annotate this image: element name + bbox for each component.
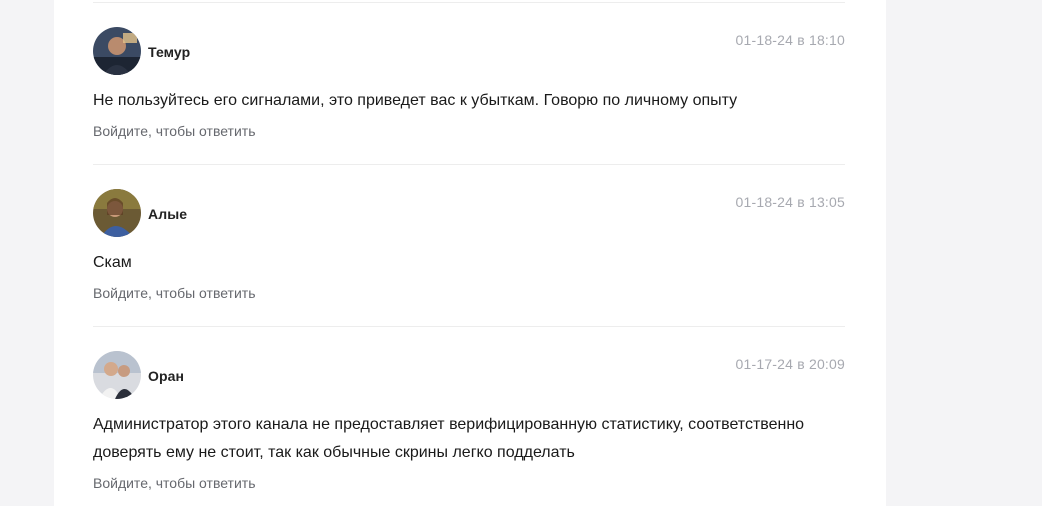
comments-panel: Темур 01-18-24 в 18:10 Не пользуйтесь ег… (54, 0, 886, 506)
comment-author[interactable]: Алые (148, 206, 187, 222)
avatar[interactable] (93, 351, 141, 399)
login-to-reply-link[interactable]: Войдите, чтобы ответить (93, 285, 256, 301)
user-photo-avatar-icon (93, 351, 141, 399)
avatar[interactable] (93, 27, 141, 75)
comment-item: Темур 01-18-24 в 18:10 Не пользуйтесь ег… (93, 2, 845, 139)
comment-text: Скам (93, 254, 132, 271)
comment-item: Алые 01-18-24 в 13:05 Скам Войдите, чтоб… (93, 164, 845, 301)
comment-item: Оран 01-17-24 в 20:09 Администратор этог… (93, 326, 845, 491)
comment-author[interactable]: Оран (148, 368, 184, 384)
comment-date: 01-18-24 в 13:05 (735, 194, 845, 210)
user-photo-avatar-icon (93, 27, 141, 75)
comment-date: 01-18-24 в 18:10 (735, 32, 845, 48)
comment-author[interactable]: Темур (148, 44, 190, 60)
comment-date: 01-17-24 в 20:09 (735, 356, 845, 372)
comment-text: Не пользуйтесь его сигналами, это привед… (93, 92, 738, 109)
user-photo-avatar-icon (93, 189, 141, 237)
login-to-reply-link[interactable]: Войдите, чтобы ответить (93, 123, 256, 139)
comment-text: Администратор этого канала не предоставл… (93, 416, 805, 461)
login-to-reply-link[interactable]: Войдите, чтобы ответить (93, 475, 256, 491)
avatar[interactable] (93, 189, 141, 237)
